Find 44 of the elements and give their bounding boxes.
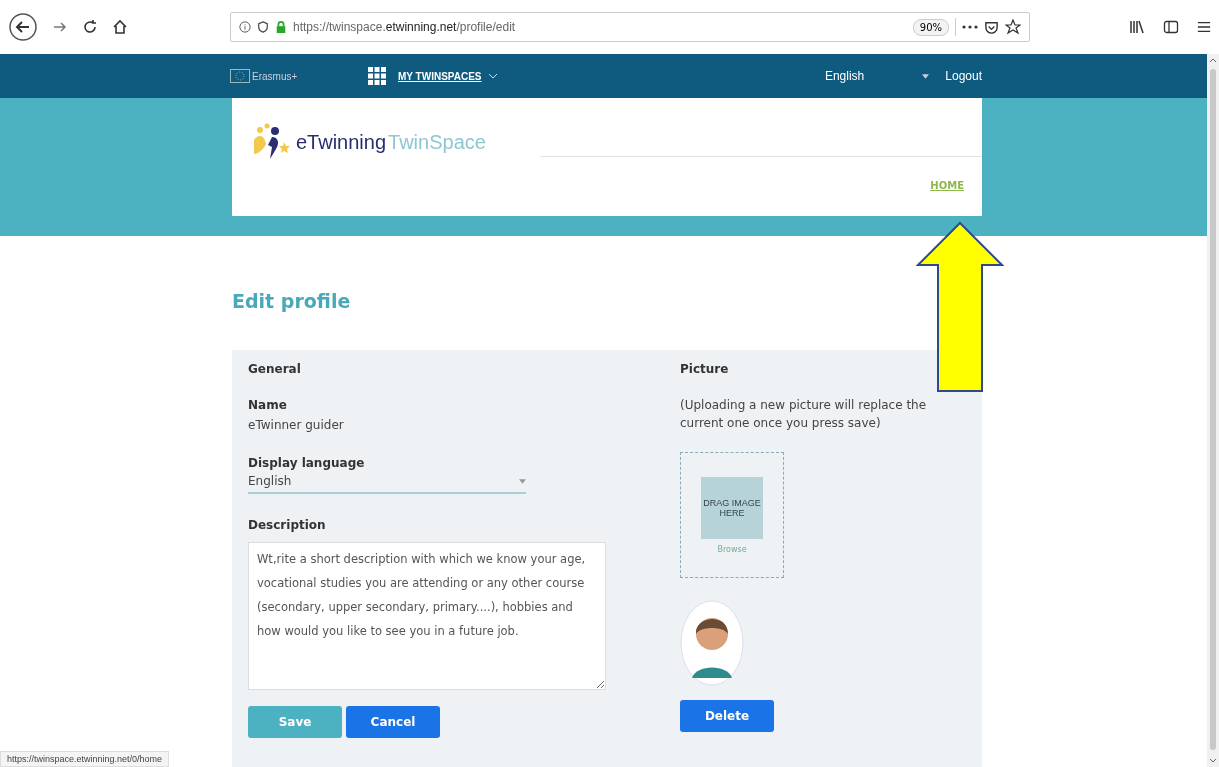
logo-subtitle: TwinSpace — [388, 130, 486, 154]
chevron-icon — [487, 73, 498, 79]
shield-icon — [257, 21, 269, 33]
erasmus-logo-text: Erasmus+ — [252, 70, 298, 82]
logout-link[interactable]: Logout — [945, 69, 982, 83]
info-icon — [239, 21, 251, 33]
delete-button[interactable]: Delete — [680, 700, 774, 732]
address-bar[interactable]: https://twinspace.etwinning.net/profile/edit 90% — [230, 12, 1030, 42]
picture-note: (Uploading a new picture will replace the current one once you press save) — [680, 397, 928, 432]
drop-image-placeholder: DRAG IMAGE HERE — [701, 476, 763, 539]
description-field[interactable]: Wt,rite a short description with which we know your age, vocational studies you are attending or any other course (secondary, upper secondary, primary....), hobbies and how would you like to see you in a future job. — [248, 542, 606, 690]
language-select[interactable]: English — [248, 474, 526, 494]
image-drop-zone[interactable]: DRAG IMAGE HERE Browse — [680, 452, 784, 578]
zoom-badge[interactable]: 90% — [912, 18, 949, 36]
section-heading: General — [248, 362, 302, 376]
language-menu[interactable]: English — [824, 69, 865, 83]
name-value: eTwinner guider — [248, 418, 345, 432]
page-title: Edit profile — [232, 290, 352, 312]
my-twinspaces-menu[interactable]: MY TWINSPACES — [398, 70, 498, 82]
field-label: Display language — [248, 456, 366, 470]
home-icon[interactable] — [112, 19, 128, 35]
lock-icon — [275, 21, 287, 33]
flag-icon — [230, 69, 250, 83]
avatar-silhouette-icon — [680, 600, 744, 686]
status-link-text: https://twinspace.etwinning.net/0/home — [0, 751, 170, 767]
pocket-icon[interactable] — [984, 19, 999, 35]
scroll-up-icon[interactable] — [1209, 58, 1217, 63]
section-heading: Picture — [680, 362, 729, 376]
apps-grid-icon[interactable] — [368, 67, 386, 85]
logo-text: eTwinning — [296, 130, 387, 154]
sidebar-icon[interactable] — [1163, 19, 1179, 35]
field-label: Description — [248, 518, 327, 532]
reload-icon[interactable] — [82, 19, 98, 35]
scroll-down-icon[interactable] — [1209, 758, 1217, 763]
menu-icon[interactable] — [1197, 20, 1211, 34]
caret-icon — [922, 73, 930, 79]
more-icon[interactable] — [962, 24, 978, 30]
field-label: Name — [248, 398, 288, 412]
caret-icon — [519, 478, 526, 484]
form-button[interactable]: Cancel — [346, 706, 440, 738]
back-icon[interactable] — [8, 12, 38, 42]
library-icon[interactable] — [1129, 19, 1145, 35]
star-icon[interactable] — [1005, 19, 1021, 35]
url-text: https://twinspace.etwinning.net/profile/edit — [293, 20, 517, 34]
